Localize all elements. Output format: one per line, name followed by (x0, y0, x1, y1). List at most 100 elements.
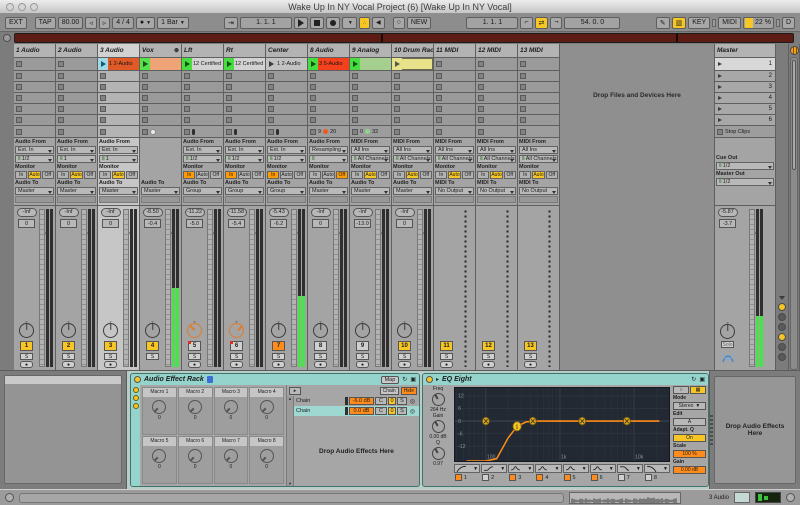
macro-knob[interactable] (224, 449, 238, 463)
arm-button[interactable]: ● (524, 361, 537, 368)
chain-scrollbar[interactable]: ▲▼ (287, 396, 294, 486)
macro-knob[interactable] (152, 449, 166, 463)
clip-slot[interactable] (56, 115, 97, 125)
clip-stop-icon[interactable] (100, 95, 106, 101)
solo-button[interactable]: S (146, 353, 159, 360)
chain-volume[interactable]: -6.0 dB (349, 397, 374, 405)
clip-slot[interactable] (434, 93, 475, 103)
loop-length-display[interactable]: 54. 0. 0 (564, 17, 620, 29)
clip-stop-icon[interactable] (394, 95, 400, 101)
clip-slot[interactable] (392, 93, 433, 103)
monitor-off-button[interactable]: Off (84, 171, 96, 179)
clip-slot[interactable] (182, 93, 223, 103)
input-type-select[interactable]: Resampling (309, 146, 348, 154)
tempo-display[interactable]: 80.00 (58, 17, 84, 29)
input-channel-select[interactable]: ‖All Channels (477, 155, 516, 163)
monitor-auto-button[interactable]: Auto (532, 171, 544, 179)
macro-knob[interactable] (188, 400, 202, 414)
track-header[interactable]: 2 Audio (56, 44, 97, 57)
band-filter-type-select[interactable]: ▼ (644, 464, 670, 473)
clip-slot[interactable] (434, 58, 475, 70)
scrollbar-thumb[interactable] (792, 60, 796, 170)
pan-knob[interactable] (229, 323, 244, 338)
band-filter-type-select[interactable]: ▼ (590, 464, 616, 473)
clip-stop-icon[interactable] (436, 73, 442, 79)
track-header[interactable]: 10 Drum Rac (392, 44, 433, 57)
band-on-checkbox[interactable] (509, 474, 516, 481)
clip-slot[interactable] (98, 71, 139, 81)
scroll-up-icon[interactable]: ▲ (288, 396, 292, 401)
clip[interactable]: 3 5-Audio (308, 58, 349, 70)
device-audio-effect-rack[interactable]: Audio Effect Rack Map ↻ ▣ Macro 10Macro … (130, 373, 420, 487)
band-on-checkbox[interactable] (618, 474, 625, 481)
input-channel-select[interactable]: ‖All Channels (393, 155, 432, 163)
eq-edit-button[interactable]: A (673, 418, 706, 426)
clip-slot[interactable] (182, 82, 223, 92)
volume-slider[interactable] (417, 209, 423, 367)
monitor-auto-button[interactable]: Auto (490, 171, 502, 179)
clip-stop-icon[interactable] (184, 73, 190, 79)
clip-slot[interactable] (476, 115, 517, 125)
clip-stop-icon[interactable] (268, 95, 274, 101)
pan-knob[interactable] (397, 323, 412, 338)
chain-send[interactable]: 0 (388, 397, 396, 405)
solo-button[interactable]: S (272, 353, 285, 360)
volume-value[interactable]: 0 (18, 219, 35, 228)
band-on-checkbox[interactable] (645, 474, 652, 481)
monitor-off-button[interactable]: Off (504, 171, 516, 179)
volume-value[interactable]: -5.0 (186, 219, 203, 228)
clip-stop-icon[interactable] (352, 73, 358, 79)
clip-stop-icon[interactable] (100, 84, 106, 90)
clip[interactable] (140, 58, 181, 70)
peak-level-display[interactable]: -5.43 (269, 208, 289, 217)
peak-level-display[interactable]: -Inf (353, 208, 373, 217)
clip-stop-icon[interactable] (520, 106, 526, 112)
nudge-up-button[interactable]: ▹ (99, 17, 111, 29)
clip-play-icon[interactable] (266, 58, 276, 70)
clip-slot[interactable] (182, 115, 223, 125)
track-header[interactable]: 1 Audio (14, 44, 55, 57)
clip-play-icon[interactable] (224, 58, 234, 70)
show-track-delay-toggle[interactable] (778, 343, 786, 351)
fold-device-icon[interactable]: ▸ (436, 376, 439, 383)
monitor-off-button[interactable]: Off (210, 171, 222, 179)
rack-macro-toggle[interactable] (133, 387, 139, 393)
clip-slot[interactable] (350, 93, 391, 103)
clip-slot[interactable] (224, 71, 265, 81)
metronome-button[interactable]: ●▼ (136, 17, 155, 29)
clip-stop-icon[interactable] (184, 95, 190, 101)
eq-mode-select[interactable]: Stereo▼ (673, 402, 706, 410)
clip-stop-icon[interactable] (16, 117, 22, 123)
quantization-menu[interactable]: 1 Bar▼ (157, 17, 189, 29)
peak-level-display[interactable]: -Inf (395, 208, 415, 217)
arm-button[interactable]: ● (188, 361, 201, 368)
output-select[interactable]: No Output (435, 187, 474, 195)
master-volume-slider[interactable] (749, 209, 755, 367)
drop-files-zone[interactable]: Drop Files and Devices Here (560, 44, 714, 370)
chain-solo-button[interactable]: S (397, 407, 407, 415)
clip-stop-icon[interactable] (16, 61, 22, 67)
clip-slot[interactable] (308, 104, 349, 114)
nudge-down-button[interactable]: ◃ (85, 17, 97, 29)
clip-stop-icon[interactable] (226, 73, 232, 79)
stop-clips-row[interactable]: Stop Clips (715, 126, 775, 137)
device-area-resize-handle[interactable] (710, 413, 713, 447)
clip-slot[interactable] (308, 71, 349, 81)
monitor-auto-button[interactable]: Auto (112, 171, 124, 179)
eq-curve-display[interactable]: 1260-6-121001k10k1 (454, 387, 670, 462)
clip[interactable] (392, 58, 433, 70)
input-type-select[interactable]: Ext. In (225, 146, 264, 154)
clip-stop-icon[interactable] (394, 117, 400, 123)
solo-button[interactable]: S (230, 353, 243, 360)
clip-stop-icon[interactable] (142, 95, 148, 101)
input-type-select[interactable]: Ext. In (57, 146, 96, 154)
stop-all-clips-icon[interactable] (520, 129, 526, 135)
pan-knob[interactable] (271, 323, 286, 338)
clip-stop-icon[interactable] (226, 106, 232, 112)
monitor-off-button[interactable]: Off (252, 171, 264, 179)
pan-knob[interactable] (145, 323, 160, 338)
device-on-icon[interactable] (426, 376, 433, 383)
clip-stop-icon[interactable] (310, 117, 316, 123)
clip-stop-icon[interactable] (16, 95, 22, 101)
eq-oversampling-button[interactable]: ○ (673, 386, 689, 394)
